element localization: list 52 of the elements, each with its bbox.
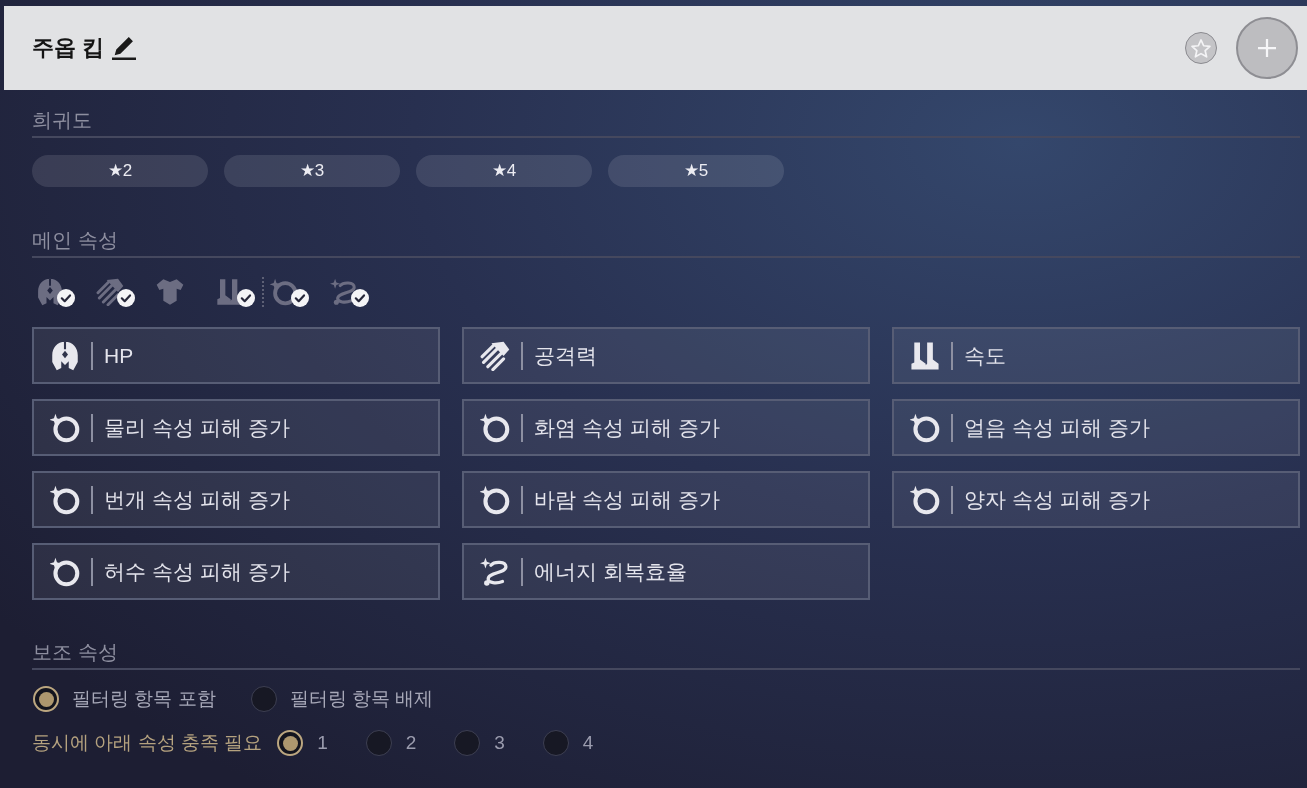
plus-icon — [1258, 39, 1276, 57]
stat-option[interactable]: 얼음 속성 피해 증가 — [892, 399, 1300, 456]
stat-option[interactable]: 번개 속성 피해 증가 — [32, 471, 440, 528]
radio-indicator[interactable] — [454, 730, 481, 756]
boots-icon — [910, 340, 940, 371]
section-heading: 메인 속성 — [32, 228, 118, 252]
stat-option[interactable]: 바람 속성 피해 증가 — [462, 471, 870, 528]
gauntlet-icon[interactable] — [96, 278, 124, 306]
pencil-icon[interactable] — [112, 36, 137, 60]
radio-option[interactable]: 필터링 항목 배제 — [249, 684, 434, 714]
favorite-button[interactable] — [1185, 32, 1217, 64]
ring-icon — [480, 484, 510, 515]
page-title: 주옵 킵 — [32, 34, 105, 62]
rarity-chip[interactable]: ★3 — [224, 155, 400, 187]
stat-option[interactable]: 양자 속성 피해 증가 — [892, 471, 1300, 528]
ring-icon — [50, 484, 80, 515]
rarity-chip[interactable]: ★5 — [608, 155, 784, 187]
energy-icon — [480, 556, 510, 587]
star-icon — [1191, 38, 1211, 58]
stat-option[interactable]: 화염 속성 피해 증가 — [462, 399, 870, 456]
helmet-icon — [50, 340, 80, 371]
section-heading: 희귀도 — [32, 108, 92, 132]
radio-option[interactable]: 필터링 항목 포함 — [32, 684, 216, 714]
gauntlet-icon — [480, 340, 510, 371]
rarity-chip[interactable]: ★2 — [32, 155, 208, 187]
radio-option[interactable]: 2 — [365, 728, 417, 758]
armor-icon[interactable] — [156, 278, 184, 306]
radio-option[interactable]: 3 — [454, 728, 505, 758]
energy-icon[interactable] — [330, 278, 358, 306]
ring-icon — [50, 556, 80, 587]
stat-option[interactable]: 속도 — [892, 327, 1300, 384]
rarity-chip[interactable]: ★4 — [416, 155, 592, 187]
radio-option[interactable]: 4 — [542, 728, 594, 758]
helmet-icon[interactable] — [36, 278, 64, 306]
ring-icon — [50, 412, 80, 443]
radio-indicator[interactable] — [277, 730, 304, 756]
stat-option[interactable]: 공격력 — [462, 327, 870, 384]
section-heading: 보조 속성 — [32, 640, 118, 664]
ring-icon[interactable] — [270, 278, 298, 306]
stat-option[interactable]: 물리 속성 피해 증가 — [32, 399, 440, 456]
ring-icon — [910, 484, 940, 515]
stat-option[interactable]: HP — [32, 327, 440, 384]
radio-indicator[interactable] — [250, 686, 277, 712]
radio-indicator[interactable] — [542, 730, 569, 756]
ring-icon — [480, 412, 510, 443]
radio-option[interactable]: 1 — [277, 728, 328, 758]
stat-option[interactable]: 허수 속성 피해 증가 — [32, 543, 440, 600]
stat-option[interactable]: 에너지 회복효율 — [462, 543, 870, 600]
radio-indicator[interactable] — [33, 686, 59, 712]
ring-icon — [910, 412, 940, 443]
radio-indicator[interactable] — [365, 730, 392, 756]
requirement-label: 동시에 아래 속성 충족 필요 — [32, 730, 263, 755]
